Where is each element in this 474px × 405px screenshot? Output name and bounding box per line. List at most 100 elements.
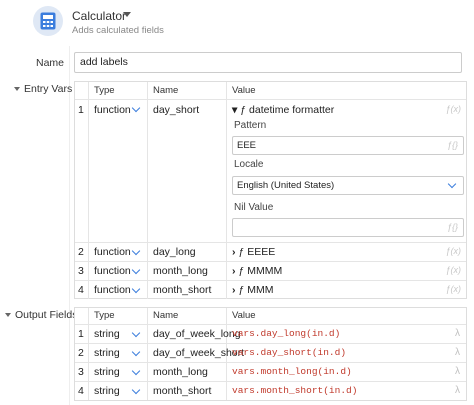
value-cell[interactable]: › ƒ MMM ƒ(x) bbox=[227, 280, 466, 299]
fx-braces-icon[interactable]: ƒ{} bbox=[447, 222, 458, 232]
value-cell[interactable]: › ƒ MMMM ƒ(x) bbox=[227, 261, 466, 280]
type-value: function bbox=[94, 104, 131, 116]
var-name: month_short bbox=[153, 284, 212, 296]
table-header: Type Name Value bbox=[75, 82, 466, 100]
name-label: Name bbox=[35, 57, 64, 69]
expression-value: vars.day_short(in.d) bbox=[232, 347, 347, 358]
function-toggle[interactable]: › ƒ MMM bbox=[232, 284, 274, 296]
type-select[interactable]: string bbox=[89, 343, 148, 362]
pattern-label: Pattern bbox=[234, 120, 267, 131]
type-select[interactable]: string bbox=[89, 324, 148, 343]
row-index: 4 bbox=[78, 284, 84, 296]
nil-value-input[interactable]: ƒ{} bbox=[232, 218, 464, 237]
expression-cell[interactable]: vars.day_short(in.d) λ bbox=[227, 343, 466, 362]
row-index: 1 bbox=[78, 328, 84, 340]
title-dropdown-icon[interactable] bbox=[123, 12, 131, 17]
column-header-name: Name bbox=[153, 85, 179, 96]
type-select[interactable]: string bbox=[89, 381, 148, 400]
fx-icon[interactable]: ƒ(x) bbox=[446, 246, 462, 256]
type-value: function bbox=[94, 246, 131, 258]
column-header-value: Value bbox=[232, 85, 256, 96]
locale-label: Locale bbox=[234, 159, 264, 170]
lambda-icon[interactable]: λ bbox=[455, 347, 460, 358]
chevron-down-icon bbox=[131, 265, 141, 275]
lambda-icon[interactable]: λ bbox=[455, 366, 460, 377]
expression-value: vars.month_short(in.d) bbox=[232, 385, 358, 396]
var-name: month_long bbox=[153, 265, 208, 277]
name-cell[interactable]: month_long bbox=[148, 261, 227, 280]
column-header-name: Name bbox=[153, 310, 179, 321]
lambda-icon[interactable]: λ bbox=[455, 328, 460, 339]
divider bbox=[69, 46, 70, 405]
function-toggle[interactable]: › ƒ EEEE bbox=[232, 246, 275, 258]
name-cell[interactable]: day_short bbox=[148, 99, 227, 242]
processor-title[interactable]: Calculator bbox=[72, 9, 126, 23]
expression-cell[interactable]: vars.day_long(in.d) λ bbox=[227, 324, 466, 343]
entry-vars-toggle[interactable]: Entry Vars bbox=[14, 83, 72, 95]
table-row: 4 function month_short › ƒ MMM ƒ(x) bbox=[75, 280, 466, 299]
expression-value: vars.month_long(in.d) bbox=[232, 366, 352, 377]
output-fields-label: Output Fields bbox=[15, 309, 78, 321]
fx-braces-icon[interactable]: ƒ{} bbox=[447, 140, 458, 150]
chevron-down-icon bbox=[131, 284, 141, 294]
chevron-down-icon bbox=[131, 103, 141, 113]
expression-value: vars.day_long(in.d) bbox=[232, 328, 341, 339]
value-cell[interactable]: › ƒ EEEE ƒ(x) bbox=[227, 242, 466, 261]
column-header-type: Type bbox=[94, 310, 115, 321]
function-toggle[interactable]: › ƒ MMMM bbox=[232, 265, 282, 277]
row-index: 2 bbox=[78, 347, 84, 359]
type-select[interactable]: string bbox=[89, 362, 148, 381]
type-value: string bbox=[94, 366, 120, 378]
table-row: 3 function month_long › ƒ MMMM ƒ(x) bbox=[75, 261, 466, 281]
row-index: 3 bbox=[78, 366, 84, 378]
row-index: 2 bbox=[78, 246, 84, 258]
nil-value-label: Nil Value bbox=[234, 202, 274, 213]
output-fields-toggle[interactable]: Output Fields bbox=[5, 309, 77, 321]
name-cell[interactable]: month_short bbox=[148, 280, 227, 299]
fx-icon[interactable]: ƒ(x) bbox=[446, 104, 462, 114]
type-select[interactable]: function bbox=[89, 99, 148, 242]
chevron-down-icon bbox=[447, 179, 457, 189]
table-header: Type Name Value bbox=[75, 308, 466, 325]
table-row: 4 string month_short vars.month_short(in… bbox=[75, 381, 466, 400]
type-value: function bbox=[94, 265, 131, 277]
column-header-value: Value bbox=[232, 310, 256, 321]
expression-cell[interactable]: vars.month_long(in.d) λ bbox=[227, 362, 466, 381]
type-select[interactable]: function bbox=[89, 242, 148, 261]
chevron-down-icon bbox=[14, 87, 20, 91]
table-row: 2 string day_of_week_short vars.day_shor… bbox=[75, 343, 466, 363]
function-value: ƒ EEEE bbox=[238, 246, 276, 258]
locale-value: English (United States) bbox=[237, 180, 335, 191]
expanded-icon: ▾ bbox=[232, 104, 238, 116]
function-value: ƒ MMMM bbox=[238, 265, 283, 277]
field-name: month_short bbox=[153, 385, 212, 397]
column-header-type: Type bbox=[94, 85, 115, 96]
expression-cell[interactable]: vars.month_short(in.d) λ bbox=[227, 381, 466, 400]
name-cell[interactable]: day_of_week_long bbox=[148, 324, 241, 343]
chevron-down-icon bbox=[131, 246, 141, 256]
type-select[interactable]: function bbox=[89, 261, 148, 280]
pattern-value: EEE bbox=[237, 140, 257, 151]
var-name: day_short bbox=[153, 104, 200, 116]
function-toggle[interactable]: ▾ ƒ datetime formatter bbox=[232, 104, 334, 116]
collapsed-icon: › bbox=[232, 265, 236, 277]
pattern-input[interactable]: EEE ƒ{} bbox=[232, 136, 464, 155]
collapsed-icon: › bbox=[232, 246, 236, 258]
fx-icon[interactable]: ƒ(x) bbox=[446, 265, 462, 275]
table-row: 1 string day_of_week_long vars.day_long(… bbox=[75, 324, 466, 344]
row-index: 4 bbox=[78, 385, 84, 397]
name-cell[interactable]: day_long bbox=[148, 242, 227, 261]
locale-select[interactable]: English (United States) bbox=[232, 176, 464, 195]
name-cell[interactable]: month_long bbox=[148, 362, 227, 381]
output-fields-table: Type Name Value 1 string day_of_week_lon… bbox=[74, 307, 467, 401]
name-cell[interactable]: month_short bbox=[148, 381, 227, 400]
fx-icon[interactable]: ƒ(x) bbox=[446, 284, 462, 294]
name-input[interactable]: add labels bbox=[74, 52, 462, 73]
calculator-icon bbox=[33, 6, 63, 36]
lambda-icon[interactable]: λ bbox=[455, 385, 460, 396]
name-cell[interactable]: day_of_week_short bbox=[148, 343, 244, 362]
processor-subtitle: Adds calculated fields bbox=[72, 25, 164, 36]
chevron-down-icon bbox=[131, 347, 141, 357]
type-select[interactable]: function bbox=[89, 280, 148, 299]
type-value: string bbox=[94, 385, 120, 397]
